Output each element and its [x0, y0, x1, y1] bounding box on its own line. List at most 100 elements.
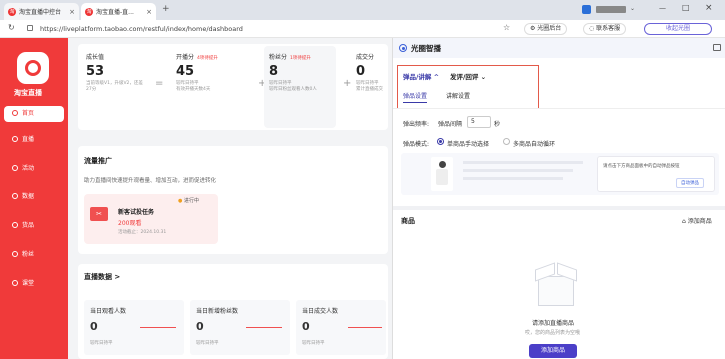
traffic-promo-card: 流量推广 助力直播间快速提升观看量、增加互动，进而促进转化 ✂ ● 进行中 新客…: [78, 146, 388, 254]
profile-chevron-icon[interactable]: ⌄: [630, 5, 635, 12]
menu-explain-label: 弹品/讲解: [403, 73, 432, 81]
sidebar-item-label: 粉丝: [22, 251, 35, 258]
panel-header: 光圈智播: [393, 38, 725, 58]
lock-icon: [27, 25, 33, 31]
ticket-icon: ✂: [90, 207, 108, 221]
placeholder-bar: [463, 169, 573, 172]
stat-sub: 较昨日持平 累计直播成交: [356, 81, 383, 92]
sidebar-item-label: 课堂: [22, 280, 35, 287]
home-icon: [12, 110, 18, 116]
close-window-button[interactable]: ×: [705, 3, 713, 13]
fans-icon: [12, 251, 18, 257]
sidebar-item-fans[interactable]: 粉丝: [4, 247, 64, 263]
taobao-live-icon: 淘: [85, 7, 93, 16]
hint-card: 请点击下方商品面板中的自动弹品按钮 自动弹品: [597, 156, 715, 192]
menu-replay[interactable]: 发评/回评 ⌄: [450, 71, 486, 81]
stat-broadcast: 开播分 4项待提升 45 较昨日持平 有效开播天数4天: [176, 52, 256, 93]
profile-avatar[interactable]: [582, 5, 591, 14]
metric-label: 当日观看人数: [90, 308, 127, 315]
favorite-star-icon[interactable]: ☆: [503, 23, 510, 32]
logo-text: 淘宝直播: [14, 89, 42, 97]
tab-explain-settings[interactable]: 讲解设置: [446, 91, 470, 100]
metric-value: 0: [196, 320, 204, 333]
panel-divider: [393, 108, 725, 109]
stat-value: 53: [86, 64, 105, 79]
hint-text: 请点击下方商品面板中的自动弹品按钮: [603, 164, 680, 169]
tab-close-icon[interactable]: ×: [69, 8, 75, 16]
product-thumbnail: [431, 157, 453, 191]
stat-sub: 较昨日持平 较昨日粉丝观看人数0人: [269, 81, 317, 92]
stat-title: 成长值: [86, 54, 105, 61]
guangquan-backend-button[interactable]: ⚙ 光圈后台: [524, 23, 568, 35]
placeholder-bar: [463, 177, 563, 180]
tab-close-icon[interactable]: ×: [146, 8, 152, 16]
chevron-down-icon: ⌄: [480, 73, 487, 81]
task-status: ● 进行中: [178, 198, 199, 204]
address-bar: ↻ https://liveplatform.taobao.com/restfu…: [0, 20, 725, 38]
url-field[interactable]: https://liveplatform.taobao.com/restful/…: [40, 23, 500, 35]
sidebar-item-goods[interactable]: 货品: [4, 218, 64, 234]
add-product-button[interactable]: 添加商品: [529, 344, 577, 358]
browser-tab-active[interactable]: 淘 淘宝直播-直... ×: [81, 3, 156, 20]
metric-label: 当日成交人数: [302, 308, 339, 315]
interval-unit: 秒: [494, 121, 501, 128]
contact-service-button[interactable]: ◌ 联系客服: [583, 23, 627, 35]
freq-label: 弹出频率:: [403, 121, 430, 128]
minimize-button[interactable]: —: [659, 4, 666, 12]
add-product-link[interactable]: ⌂ 添加商品: [682, 216, 712, 225]
interval-label: 弹品间隔: [438, 121, 463, 128]
stat-title: 成交分: [356, 54, 375, 61]
stat-sub: 较昨日持平 有效开播天数4天: [176, 81, 211, 92]
sidebar-item-label: 数据: [22, 193, 35, 200]
panel-radio-icon: [399, 44, 407, 52]
add-product-link-label: 添加商品: [687, 218, 712, 225]
contact-service-label: 联系客服: [596, 25, 621, 32]
sidebar-item-class[interactable]: 课堂: [4, 276, 64, 292]
task-reward: 200观看: [118, 220, 142, 227]
class-icon: [12, 280, 18, 286]
panel-expand-icon[interactable]: [713, 44, 721, 51]
auto-popup-button[interactable]: 自动弹品: [676, 178, 704, 188]
section-gap: [393, 206, 725, 210]
products-title: 商品: [401, 217, 415, 225]
sidebar-item-activity[interactable]: 活动: [4, 161, 64, 177]
sidebar-item-live[interactable]: 直播: [4, 132, 64, 148]
metric-sub: 较昨日持平: [196, 341, 219, 346]
dashboard-main: 成长值 53 当前等级V1，升级V2，还差27分 = 开播分 4项待提升 45 较…: [68, 38, 392, 359]
mode-preview-box: 请点击下方商品面板中的自动弹品按钮 自动弹品: [401, 153, 719, 195]
stat-badge[interactable]: 1项待提升: [290, 56, 311, 61]
sidebar-item-data[interactable]: 数据: [4, 189, 64, 205]
live-data-title[interactable]: 直播数据 >: [84, 272, 120, 282]
taobao-live-logo: [17, 52, 49, 84]
stat-badge[interactable]: 4项待提升: [197, 56, 218, 61]
tab-title: 淘宝直播-直...: [96, 9, 134, 16]
reload-icon[interactable]: ↻: [8, 23, 15, 32]
mode-radio-single[interactable]: [437, 138, 444, 145]
score-card: 成长值 53 当前等级V1，升级V2，还差27分 = 开播分 4项待提升 45 较…: [78, 44, 388, 130]
menu-explain[interactable]: 弹品/讲解 ^: [403, 71, 439, 81]
metric-trend-line: [348, 327, 382, 328]
section-subtitle: 助力直播间快速提升观看量、增加互动，进而促进转化: [84, 178, 217, 184]
browser-tab[interactable]: 淘 淘宝直播中控台 ×: [4, 3, 79, 20]
stat-value: 0: [356, 64, 366, 79]
stat-value: 8: [269, 64, 279, 79]
live-data-card: 直播数据 > 当日观看人数 0 较昨日持平 当日新增粉丝数 0 较昨日持平 当日…: [78, 264, 388, 359]
task-deadline: 活动截止：2024.10.31: [118, 230, 167, 235]
new-tab-button[interactable]: +: [162, 4, 170, 14]
collapse-guangquan-button[interactable]: 收起光圈: [644, 23, 712, 35]
metric-card: 当日观看人数 0 较昨日持平: [84, 300, 184, 355]
data-icon: [12, 193, 18, 199]
mode-label: 弹品模式:: [403, 141, 430, 148]
play-icon: [25, 60, 41, 76]
metric-trend-line: [246, 327, 282, 328]
guangquan-backend-label: 光圈后台: [537, 25, 562, 32]
maximize-button[interactable]: □: [682, 3, 690, 12]
interval-input[interactable]: 5: [467, 116, 491, 128]
stat-title: 开播分: [176, 54, 195, 61]
task-card[interactable]: ✂ ● 进行中 新客试投任务 200观看 活动截止：2024.10.31: [84, 194, 218, 244]
tab-popup-settings[interactable]: 弹品设置: [403, 91, 428, 103]
empty-box-icon: [535, 262, 577, 308]
menu-replay-label: 发评/回评: [450, 73, 479, 81]
sidebar-item-home[interactable]: 首页: [4, 106, 64, 122]
mode-radio-multi[interactable]: [503, 138, 510, 145]
